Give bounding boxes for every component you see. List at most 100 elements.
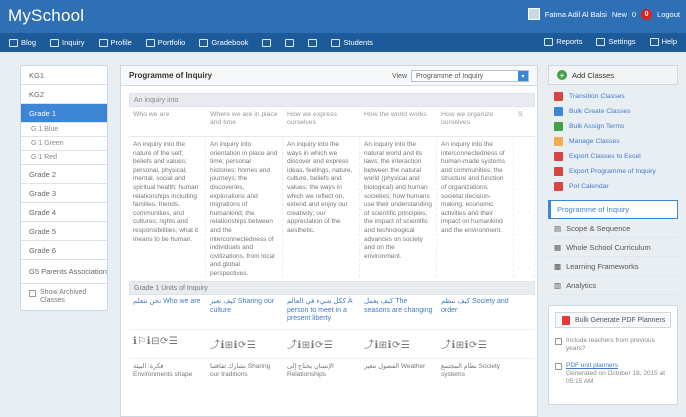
manage-icon [554, 137, 563, 146]
action-transition-classes[interactable]: Transition Classes [548, 89, 678, 104]
nav-grid[interactable] [259, 37, 274, 49]
unit-tool-icons[interactable]: ℹ⚐ℹ⊟⟳☰ [129, 329, 206, 359]
tab-whole-school[interactable]: ▦ Whole School Curriculum [548, 238, 678, 257]
sidebar-item-grade-6[interactable]: Grade 6 [21, 241, 107, 260]
unit-tool-icons[interactable]: ⤴ℹ⊞ℹ⟳☰ [360, 329, 437, 359]
page-title: Programme of Inquiry [129, 71, 213, 80]
view-tabs: Programme of Inquiry ▤ Scope & Sequence ▦… [548, 200, 678, 295]
theme-description: An inquiry into orientation in place and… [206, 137, 283, 277]
theme-description [514, 137, 535, 277]
user-box: Fatma Adil Al Balsi New 0 0 Logout [527, 8, 680, 20]
sidebar-item-kg1[interactable]: KG1 [21, 66, 107, 85]
nav-gradebook[interactable]: Gradebook [196, 36, 251, 49]
pdf-icon [562, 315, 570, 325]
view-select[interactable]: Programme of Inquiry ▾ [411, 70, 529, 82]
unit-description: الإنسان يحتاج إلى Relationships [287, 363, 334, 378]
archived-checkbox[interactable] [29, 290, 36, 297]
new-count: 0 [631, 9, 637, 19]
tab-analytics[interactable]: ▥ Analytics [548, 276, 678, 295]
sidebar-item-grade-1[interactable]: Grade 1 [21, 104, 107, 123]
pdf-option[interactable]: Include teachers from previous years? [555, 337, 671, 353]
unit-description: نظام المجتمع Society systems [441, 363, 500, 378]
action-bulk-create[interactable]: Bulk Create Classes [548, 104, 678, 119]
include-teachers-label: Include teachers from previous years? [566, 337, 655, 352]
sidebar-item-grade-2[interactable]: Grade 2 [21, 165, 107, 184]
view-label: View [391, 72, 407, 80]
theme-description: An inquiry into the natural world and it… [360, 137, 437, 277]
theme-header: S [514, 107, 535, 137]
search-icon [285, 38, 295, 47]
nav-settings[interactable]: Settings [593, 35, 638, 48]
tab-learning-frameworks[interactable]: ▩ Learning Frameworks [548, 257, 678, 276]
unit-tool-icons[interactable]: ⤴ℹ⊞ℹ⟳☰ [206, 329, 283, 359]
action-manage-classes[interactable]: Manage Classes [548, 134, 678, 149]
avatar[interactable] [527, 8, 540, 20]
sidebar-item-grade-4[interactable]: Grade 4 [21, 203, 107, 222]
unit-link[interactable]: نحن نتعلم Who we are [129, 295, 206, 329]
unit-tool-icons[interactable]: ⤴ℹ⊞ℹ⟳☰ [437, 329, 514, 359]
nav-portfolio[interactable]: Portfolio [143, 36, 189, 49]
sidebar-item-grade-5[interactable]: Grade 5 [21, 222, 107, 241]
bulk-pdf-button[interactable]: Bulk Generate PDF Planners [555, 312, 671, 328]
nav-profile[interactable]: Profile [96, 36, 135, 49]
gear-icon [596, 37, 606, 46]
sidebar-subitem-red[interactable]: G 1 Red [21, 151, 107, 165]
tab-scope-sequence[interactable]: ▤ Scope & Sequence [548, 219, 678, 238]
document-icon [308, 38, 318, 47]
include-teachers-checkbox[interactable] [555, 338, 562, 345]
pdf-generated-text: Generated on October 18, 2015 at 05:15 A… [566, 370, 666, 385]
action-poi-calendar[interactable]: PoI Calendar [548, 179, 678, 194]
actions-list: Transition Classes Bulk Create Classes B… [548, 89, 678, 194]
profile-icon [98, 38, 108, 47]
sidebar-item-grade-3[interactable]: Grade 3 [21, 184, 107, 203]
sidebar-item-kg2[interactable]: KG2 [21, 85, 107, 104]
notification-badge[interactable]: 0 [641, 8, 653, 20]
logout-link[interactable]: Logout [657, 10, 680, 19]
unit-link[interactable]: ككل شيء في العالم A person to meet in a … [283, 295, 360, 329]
new-label[interactable]: New [612, 10, 627, 19]
analytics-icon: ▥ [554, 280, 562, 290]
units-label: Grade 1 Units of Inquiry [129, 281, 535, 295]
nav-right: Reports Settings Help [541, 35, 680, 48]
theme-header: Who we are [129, 107, 206, 137]
unit-description: فكرة: البيئة Environments shape [133, 363, 193, 378]
export-excel-icon [554, 152, 563, 161]
pdf-planners-link[interactable]: PDF unit planners [566, 362, 618, 369]
sidebar-item-parents[interactable]: G5 Parents Association [21, 260, 107, 284]
unit-tool-icons[interactable] [514, 329, 535, 359]
add-classes-button[interactable]: + Add Classes [548, 65, 678, 85]
calendar-icon [554, 182, 563, 191]
user-name[interactable]: Fatma Adil Al Balsi [545, 10, 607, 19]
sidebar-subitem-green[interactable]: G 1 Green [21, 137, 107, 151]
unit-link[interactable] [514, 295, 535, 329]
download-icon [555, 363, 562, 370]
theme-columns: Who we are Where we are in place and tim… [129, 107, 535, 277]
reports-icon [544, 37, 554, 46]
nav-reports[interactable]: Reports [541, 35, 585, 48]
compass-icon [50, 38, 60, 47]
unit-tool-icons[interactable]: ⤴ℹ⊞ℹ⟳☰ [283, 329, 360, 359]
theme-header: How we express ourselves [283, 107, 360, 137]
tab-programme-of-inquiry[interactable]: Programme of Inquiry [548, 200, 678, 219]
app-logo[interactable]: MySchool [8, 6, 84, 26]
action-export-poi[interactable]: Export Programme of Inquiry [548, 164, 678, 179]
nav-blog[interactable]: Blog [6, 36, 39, 49]
theme-description: An inquiry into the nature of the self; … [129, 137, 206, 277]
unit-link[interactable]: كيف يعمل The seasons are changing [360, 295, 437, 329]
nav-search[interactable] [282, 37, 297, 49]
action-bulk-assign[interactable]: Bulk Assign Terms [548, 119, 678, 134]
chevron-down-icon[interactable]: ▾ [518, 71, 528, 81]
nav-inquiry[interactable]: Inquiry [47, 36, 88, 49]
unit-description: نشارك ثقافتنا Sharing our traditions [210, 363, 271, 378]
sidebar-subitem-blue[interactable]: G 1 Blue [21, 123, 107, 137]
transition-icon [554, 92, 563, 101]
nav-help[interactable]: Help [647, 35, 680, 48]
archived-toggle[interactable]: Show Archived Classes [21, 284, 107, 310]
unit-description [514, 359, 535, 389]
unit-link[interactable]: كيف نعبر Sharing our culture [206, 295, 283, 329]
unit-link[interactable]: كيف ننظم Society and order [437, 295, 514, 329]
plus-icon: + [557, 70, 567, 80]
nav-docs[interactable] [305, 37, 320, 49]
nav-students[interactable]: Students [328, 36, 376, 49]
action-export-excel[interactable]: Export Classes to Excel [548, 149, 678, 164]
